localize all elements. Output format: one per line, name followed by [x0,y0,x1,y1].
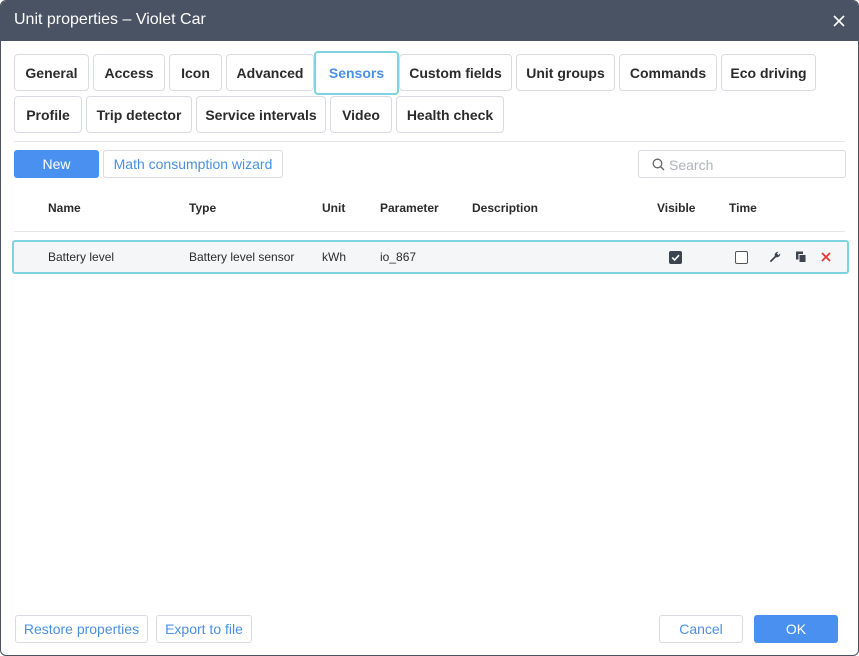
cell-name: Battery level [48,250,115,264]
ok-button[interactable]: OK [754,615,838,643]
cell-type: Battery level sensor [189,250,295,264]
delete-icon[interactable] [819,250,833,264]
restore-properties-button[interactable]: Restore properties [15,615,148,643]
tab-advanced[interactable]: Advanced [226,54,314,91]
column-header-parameter[interactable]: Parameter [380,201,439,215]
close-icon[interactable] [832,14,846,28]
search-input[interactable] [669,155,839,175]
export-to-file-button[interactable]: Export to file [156,615,252,643]
tab-sensors[interactable]: Sensors [314,51,399,95]
table-row[interactable] [12,240,849,274]
tab-custom-fields[interactable]: Custom fields [399,54,512,91]
new-sensor-button[interactable]: New [14,150,99,178]
cancel-button[interactable]: Cancel [659,615,743,643]
cell-unit: kWh [322,250,346,264]
wrench-icon[interactable] [768,250,782,264]
tab-profile[interactable]: Profile [14,96,82,133]
column-header-type[interactable]: Type [189,201,216,215]
tab-health-check[interactable]: Health check [396,96,504,133]
tabs-divider [14,141,845,142]
window-title: Unit properties – Violet Car [14,11,206,28]
tab-service-intervals[interactable]: Service intervals [196,96,326,133]
tab-trip-detector[interactable]: Trip detector [86,96,192,133]
tab-video[interactable]: Video [330,96,392,133]
search-box [638,150,846,178]
tab-unit-groups[interactable]: Unit groups [516,54,615,91]
column-header-description[interactable]: Description [472,201,538,215]
copy-icon[interactable] [794,250,808,264]
tab-eco-driving[interactable]: Eco driving [721,54,816,91]
unit-properties-dialog: Unit properties – Violet Car General Acc… [0,0,859,656]
column-header-visible[interactable]: Visible [657,201,695,215]
column-header-unit[interactable]: Unit [322,201,345,215]
visible-checkbox[interactable] [669,251,682,264]
column-header-time[interactable]: Time [729,201,757,215]
tab-commands[interactable]: Commands [619,54,717,91]
header-divider [14,231,845,232]
tab-icon[interactable]: Icon [169,54,222,91]
title-bar: Unit properties – Violet Car [1,1,858,41]
search-icon [652,158,665,171]
tab-access[interactable]: Access [93,54,165,91]
tab-general[interactable]: General [14,54,89,91]
time-checkbox[interactable] [735,251,748,264]
cell-parameter: io_867 [380,250,417,264]
math-consumption-wizard-button[interactable]: Math consumption wizard [103,150,283,178]
column-header-name[interactable]: Name [48,201,81,215]
